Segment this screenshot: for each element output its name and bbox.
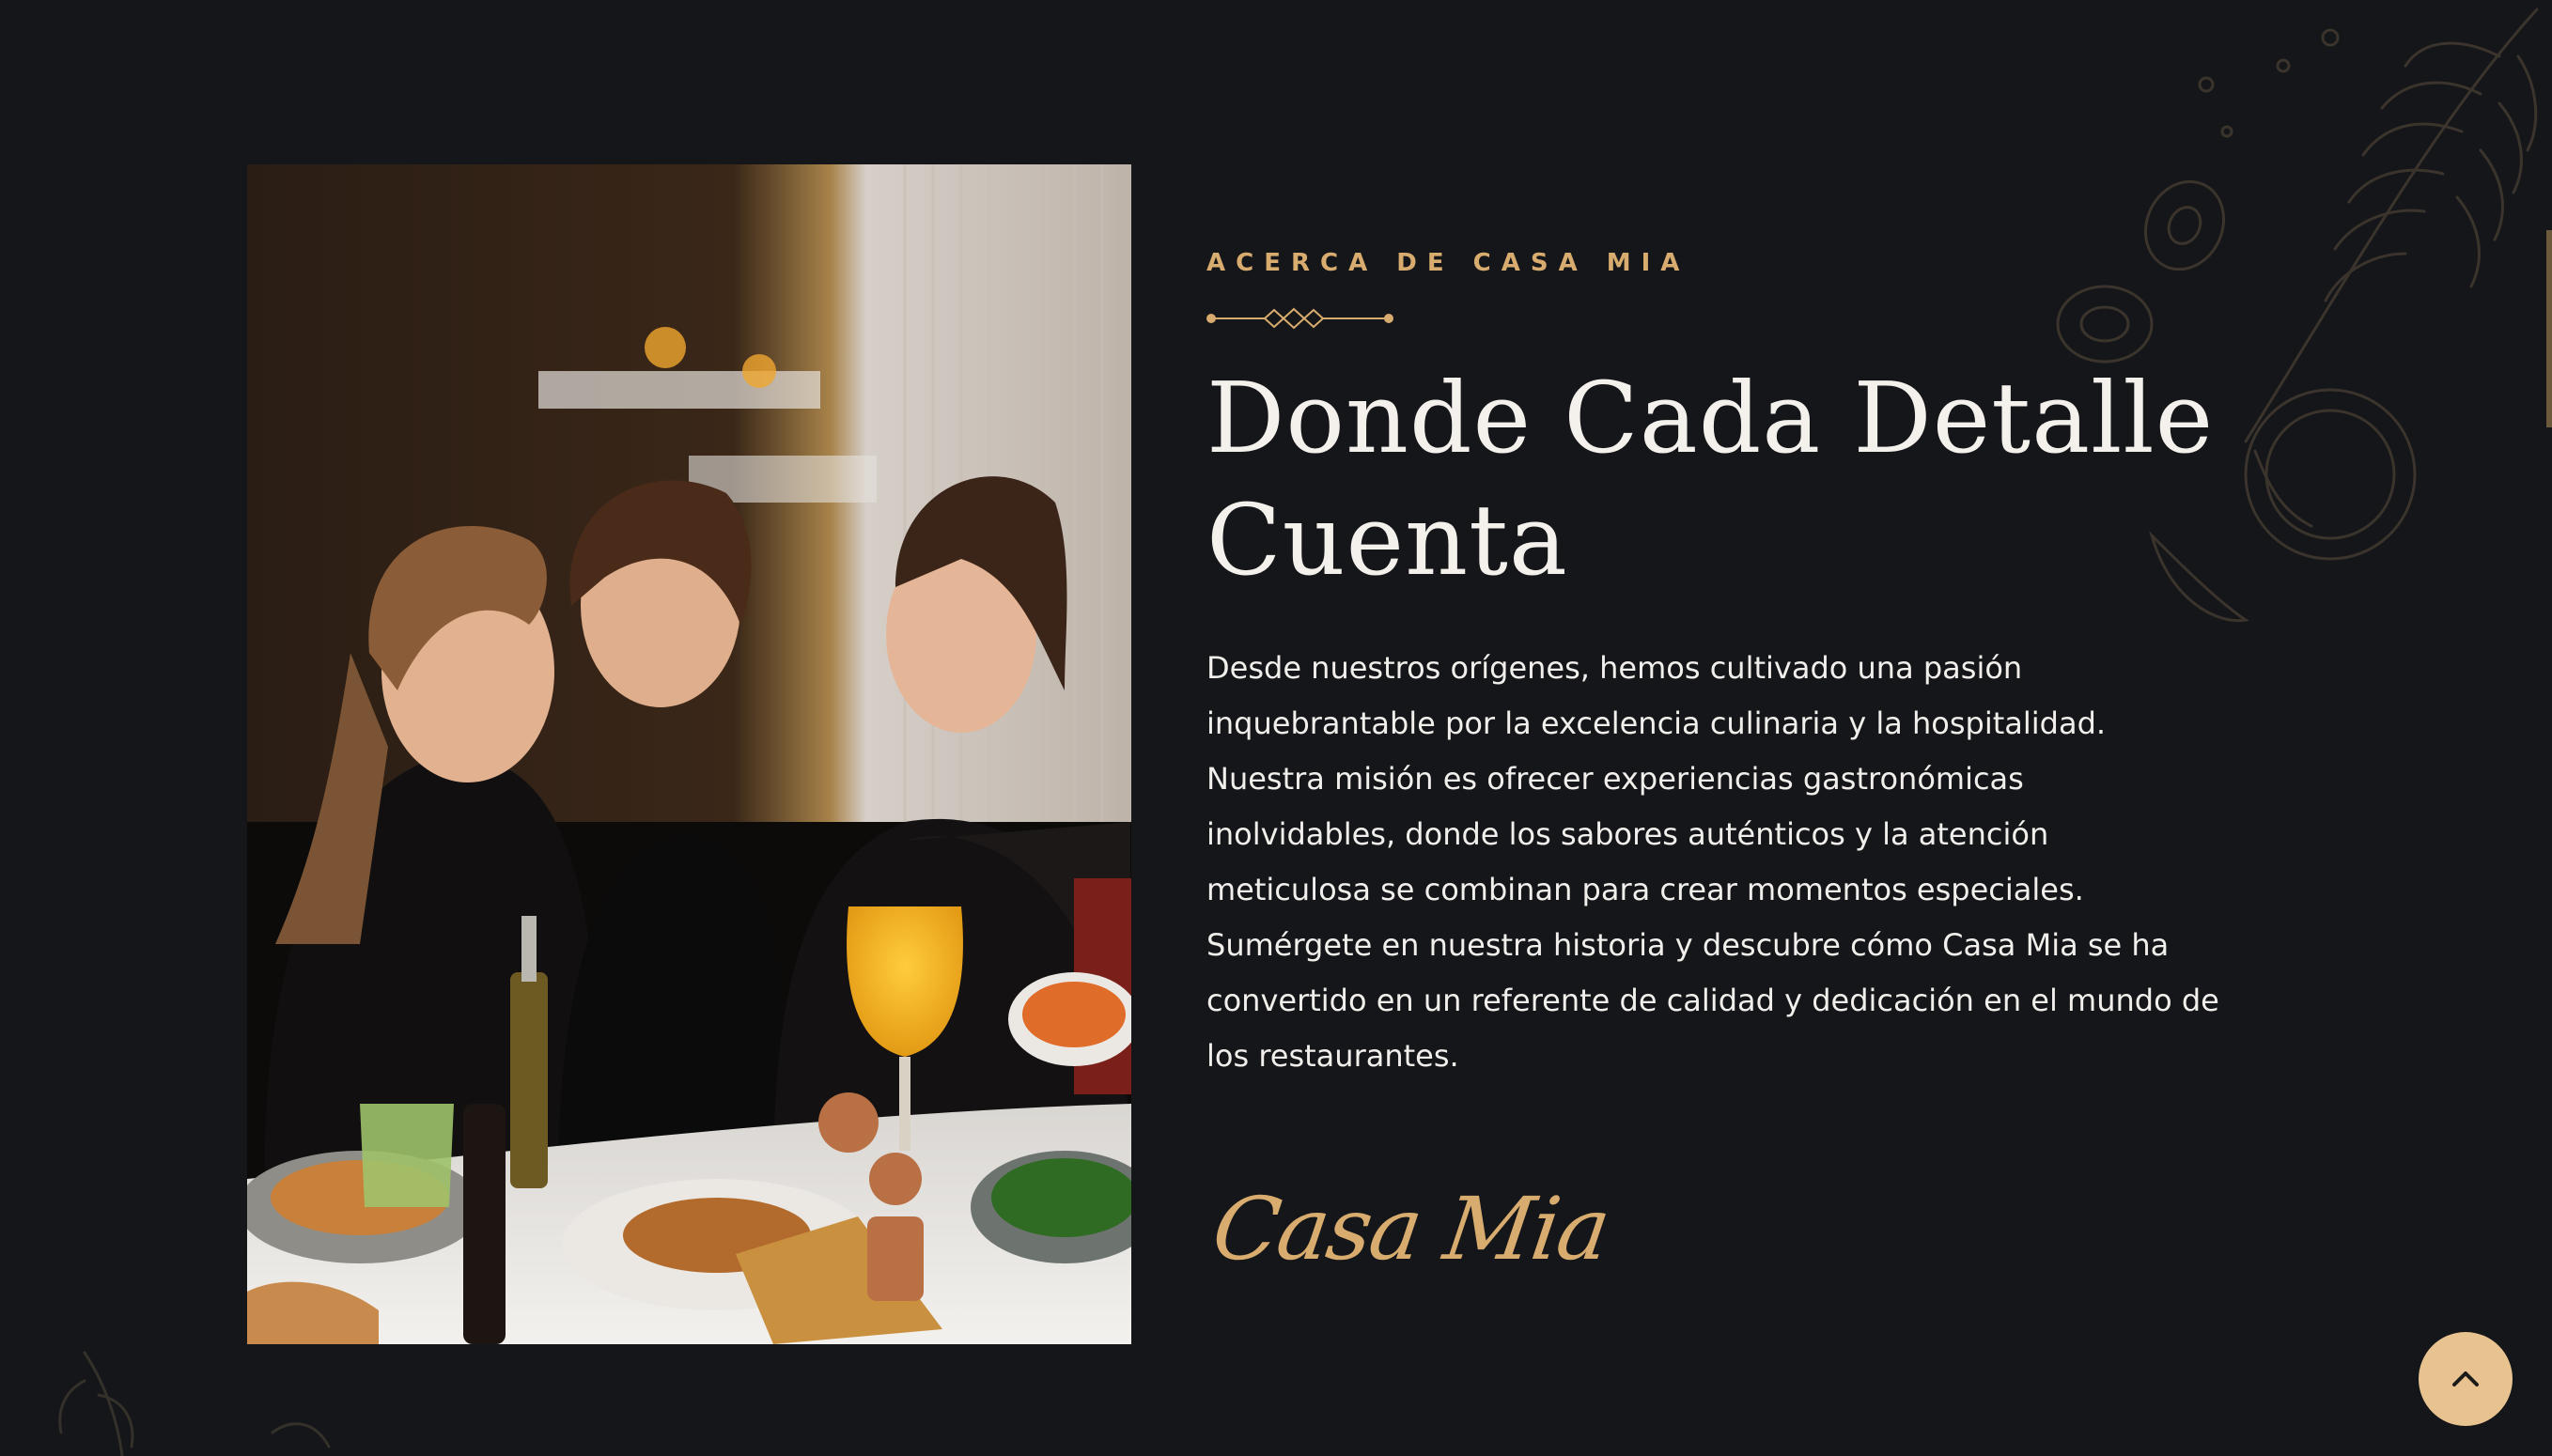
restaurant-diners-photo [247, 164, 1131, 1344]
signature-logo: Casa Mia [1206, 1179, 1615, 1279]
about-content: ACERCA DE CASA MIA Donde Cada Detalle Cu… [1206, 244, 2240, 1281]
about-description: Desde nuestros orígenes, hemos cultivado… [1206, 650, 2219, 1074]
about-section: ACERCA DE CASA MIA Donde Cada Detalle Cu… [0, 0, 2552, 1456]
scroll-edge-indicator [2546, 230, 2552, 427]
title-line-1: Donde Cada Detalle [1206, 361, 2215, 475]
chevron-up-icon [2452, 1371, 2479, 1386]
title-line-2: Cuenta [1206, 483, 1568, 597]
page-title: Donde Cada Detalle Cuenta [1206, 357, 2240, 601]
scroll-to-top-button[interactable] [2419, 1332, 2513, 1426]
section-eyebrow: ACERCA DE CASA MIA [1206, 249, 1690, 277]
ornament-divider [1206, 307, 1393, 330]
leaf-decoration [58, 1351, 331, 1456]
